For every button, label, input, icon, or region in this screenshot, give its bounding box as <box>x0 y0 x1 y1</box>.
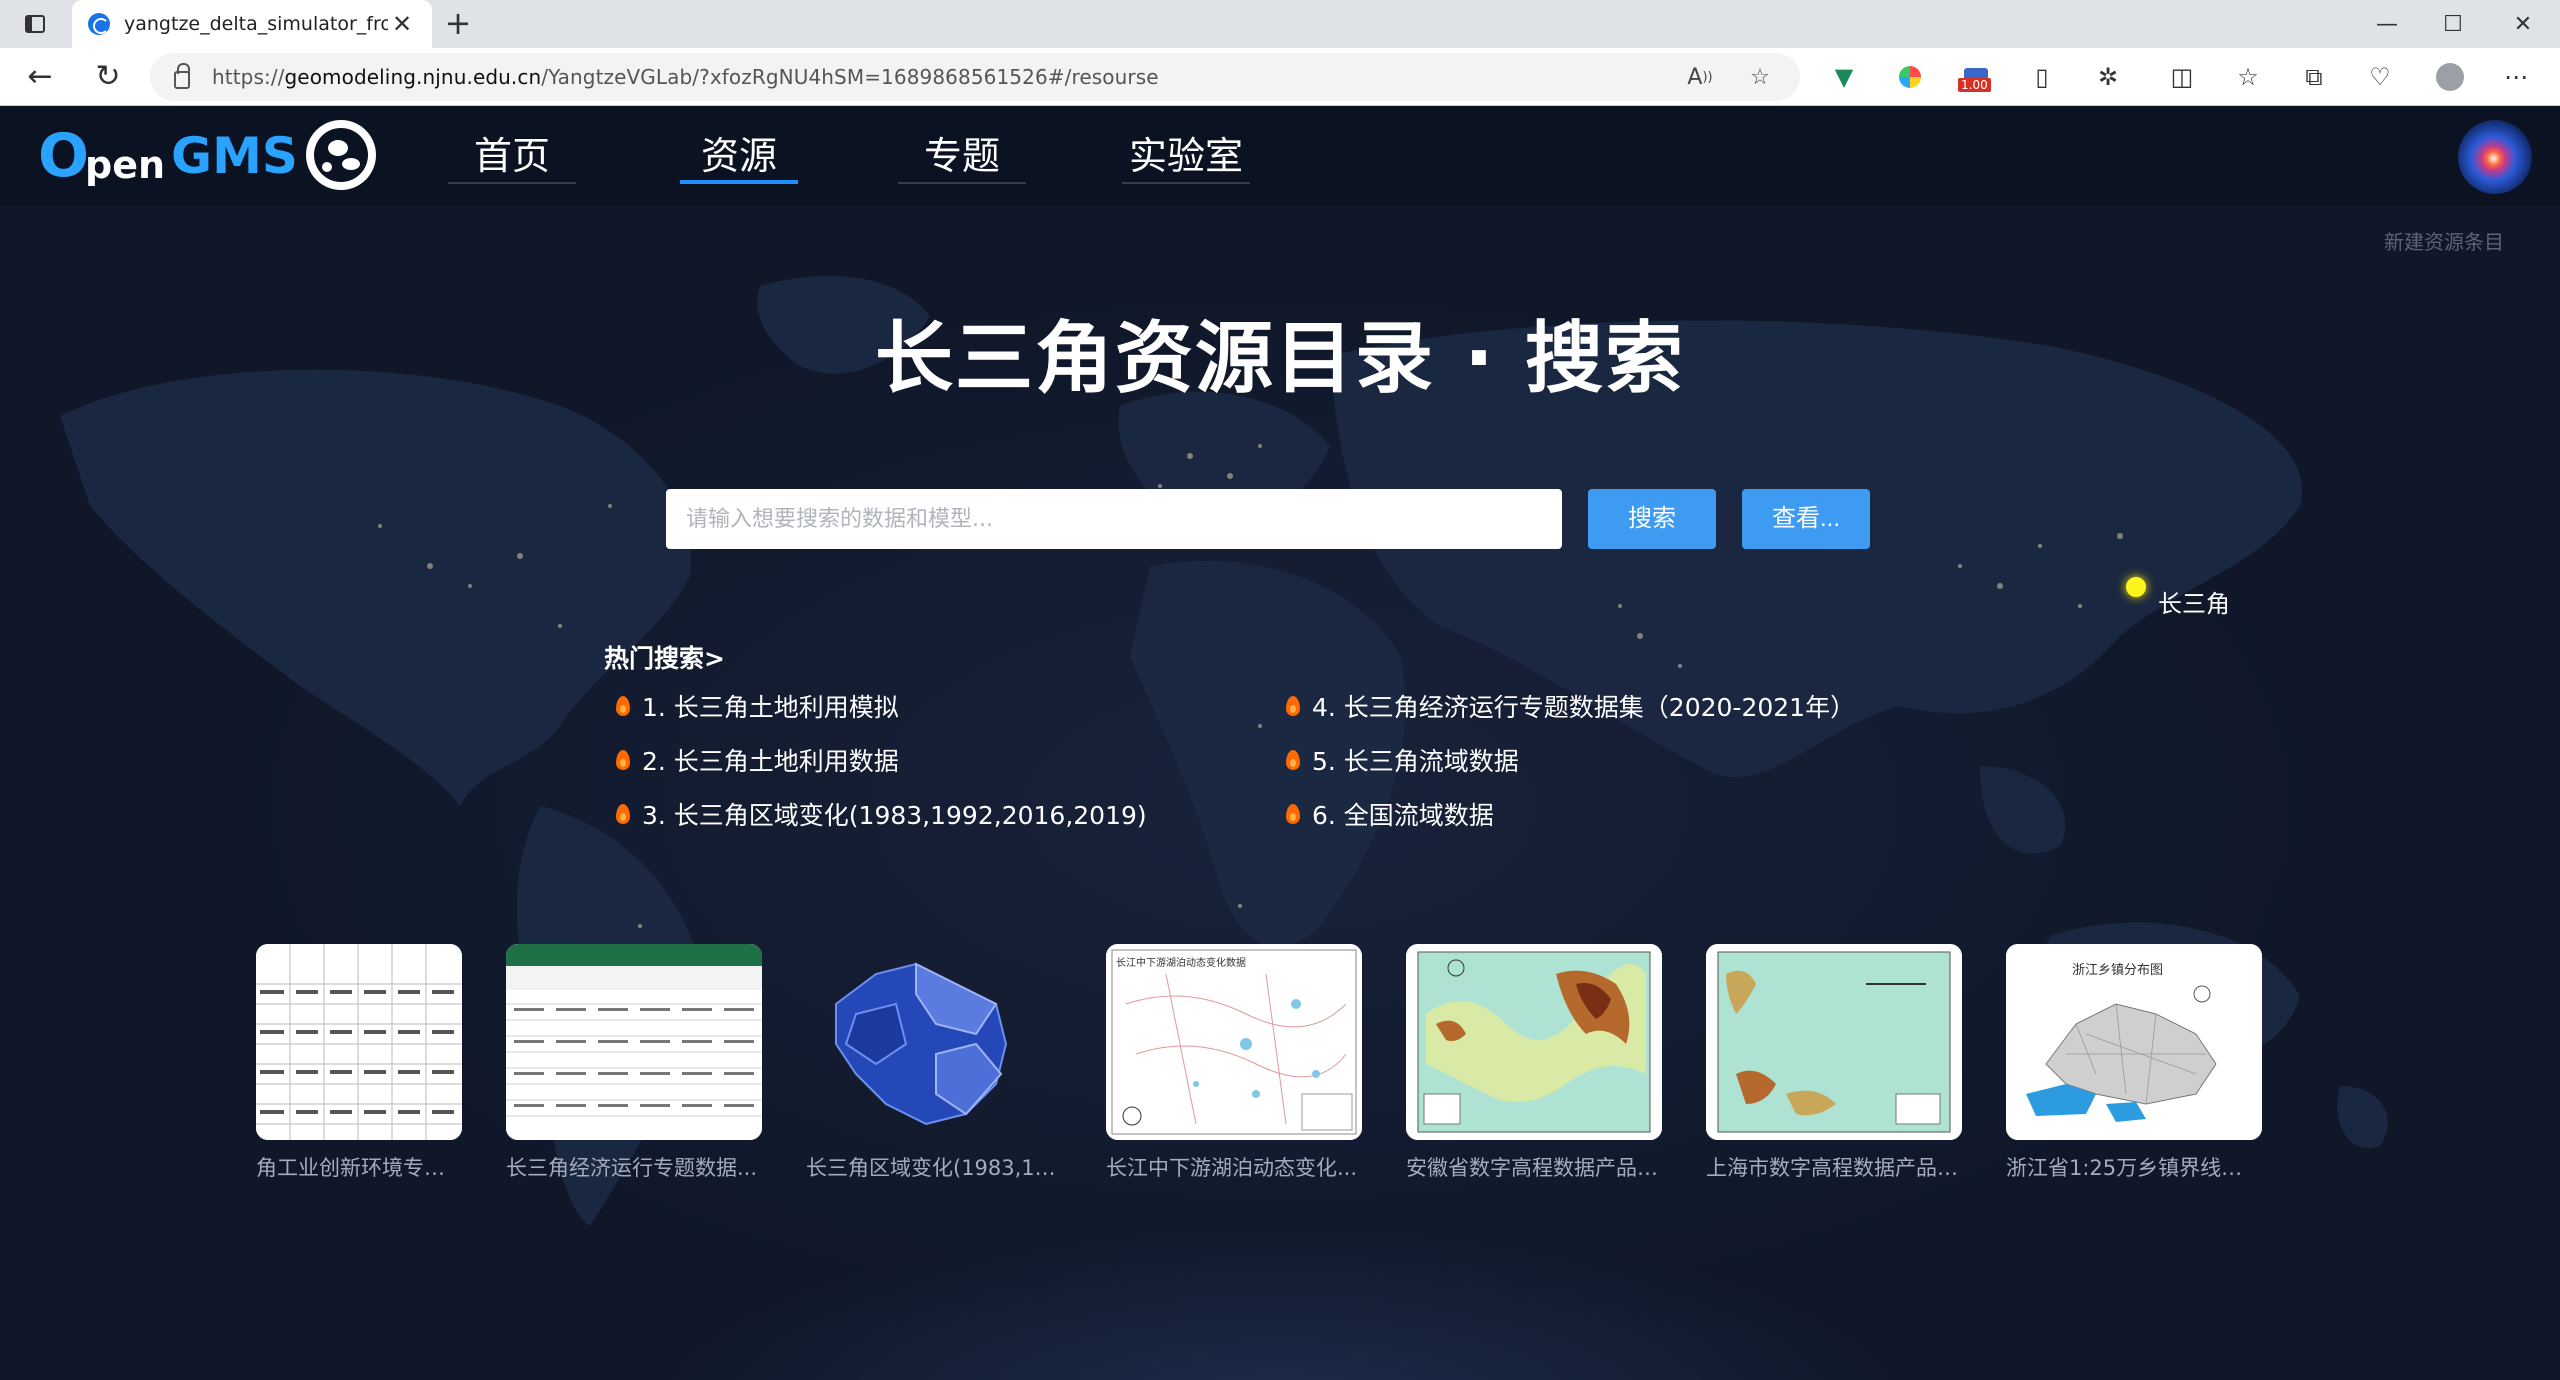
page-icon[interactable]: ▯ <box>2022 57 2062 97</box>
tab-actions-icon[interactable] <box>20 10 50 38</box>
close-window-button[interactable]: ✕ <box>2490 0 2556 48</box>
resource-card[interactable]: 上海市数字高程数据产品(... <box>1706 944 1962 1182</box>
collections-icon[interactable]: ⧉ <box>2294 57 2334 97</box>
resource-card[interactable]: 长三角经济运行专题数据... <box>506 944 762 1182</box>
resource-thumbnail <box>1406 944 1662 1140</box>
tab-title: yangtze_delta_simulator_front <box>124 13 388 35</box>
resource-thumbnail <box>506 944 762 1140</box>
hot-search-item[interactable]: 1. 长三角土地利用模拟 <box>616 688 899 724</box>
resource-thumbnail <box>1706 944 1962 1140</box>
settings-more-icon[interactable]: ⋯ <box>2496 57 2536 97</box>
new-resource-entry-link[interactable]: 新建资源条目 <box>2384 226 2504 255</box>
extensions-puzzle-icon[interactable]: ✲ <box>2088 57 2128 97</box>
resource-card[interactable]: 角工业创新环境专题... <box>256 944 462 1182</box>
nav-resources[interactable]: 资源 <box>680 128 798 184</box>
resource-card-caption: 长江中下游湖泊动态变化... <box>1106 1156 1358 1180</box>
back-icon[interactable]: ← <box>20 57 60 97</box>
flame-icon <box>1286 804 1300 824</box>
extension-colorful-icon[interactable] <box>1890 57 1930 97</box>
resource-card[interactable]: 长三角区域变化(1983,19... <box>806 944 1062 1182</box>
user-avatar[interactable] <box>2458 120 2532 194</box>
hot-search-item[interactable]: 5. 长三角流域数据 <box>1286 742 1519 778</box>
hot-search-item[interactable]: 6. 全国流域数据 <box>1286 796 1494 832</box>
resource-thumbnail: 浙江乡镇分布图 <box>2006 944 2262 1140</box>
address-bar[interactable]: https://geomodeling.njnu.edu.cn/YangtzeV… <box>150 53 1800 101</box>
yangtze-delta-label: 长三角 <box>2158 590 2230 618</box>
favorite-star-icon[interactable]: ☆ <box>1740 53 1780 101</box>
browser-toolbar: ← ↻ https://geomodeling.njnu.edu.cn/Yang… <box>0 48 2560 106</box>
url-text: https://geomodeling.njnu.edu.cn/YangtzeV… <box>212 65 1159 89</box>
flame-icon <box>1286 750 1300 770</box>
vue-devtools-icon[interactable]: ▼ <box>1824 57 1864 97</box>
nav-home[interactable]: 首页 <box>448 128 576 184</box>
flame-icon <box>1286 696 1300 716</box>
reload-icon[interactable]: ↻ <box>88 57 128 97</box>
nav-topics[interactable]: 专题 <box>898 128 1026 184</box>
resource-thumbnail <box>806 944 1062 1140</box>
resource-card[interactable]: 长江中下游湖泊动态变化数据 长江中下游湖泊动态变化... <box>1106 944 1362 1182</box>
resource-card-caption: 长三角经济运行专题数据... <box>506 1156 758 1180</box>
flame-icon <box>616 750 630 770</box>
extension-badge-icon[interactable]: 1.00 <box>1956 57 1996 97</box>
favorites-icon[interactable]: ☆ <box>2228 57 2268 97</box>
opengms-logo[interactable]: O pen GMS <box>38 124 298 188</box>
resource-card-caption: 角工业创新环境专题... <box>256 1156 462 1180</box>
view-button[interactable]: 查看... <box>1742 489 1870 549</box>
resource-thumbnail <box>256 944 462 1140</box>
flame-icon <box>616 804 630 824</box>
zhejiang-map-title: 浙江乡镇分布图 <box>2072 963 2163 978</box>
browser-tab-bar: yangtze_delta_simulator_front ✕ + — ☐ ✕ <box>0 0 2560 48</box>
hot-search-title[interactable]: 热门搜索> <box>604 639 725 675</box>
profile-icon[interactable] <box>2430 57 2470 97</box>
new-tab-button[interactable]: + <box>440 6 476 42</box>
extension-badge: 1.00 <box>1958 78 1991 92</box>
split-screen-icon[interactable]: ◫ <box>2162 57 2202 97</box>
hot-search-item[interactable]: 4. 长三角经济运行专题数据集（2020-2021年） <box>1286 688 1855 724</box>
search-button[interactable]: 搜索 <box>1588 489 1716 549</box>
lakes-map-title: 长江中下游湖泊动态变化数据 <box>1116 956 1246 969</box>
resource-search-page: O pen GMS 首页 资源 专题 实验室 新建资源条目 长三角资源目录 · … <box>0 106 2560 1380</box>
browser-tab-active[interactable]: yangtze_delta_simulator_front ✕ <box>72 0 432 48</box>
minimize-button[interactable]: — <box>2354 0 2420 48</box>
resource-card-caption: 上海市数字高程数据产品(... <box>1706 1156 1962 1180</box>
yangtze-delta-marker[interactable] <box>2126 577 2146 597</box>
flame-icon <box>616 696 630 716</box>
lock-icon[interactable] <box>174 63 190 89</box>
read-aloud-icon[interactable]: A)) <box>1680 53 1720 101</box>
resource-card[interactable]: 安徽省数字高程数据产品(... <box>1406 944 1662 1182</box>
globe-logo-icon <box>306 120 376 190</box>
browser-essentials-icon[interactable]: ♡ <box>2360 57 2400 97</box>
resource-card-caption: 安徽省数字高程数据产品(... <box>1406 1156 1662 1180</box>
hot-search-item[interactable]: 2. 长三角土地利用数据 <box>616 742 899 778</box>
site-header: O pen GMS 首页 资源 专题 实验室 <box>0 106 2560 206</box>
resource-card-caption: 长三角区域变化(1983,19... <box>806 1156 1062 1180</box>
site-favicon-icon <box>88 13 110 35</box>
resource-thumbnail: 长江中下游湖泊动态变化数据 <box>1106 944 1362 1140</box>
resource-card[interactable]: 浙江乡镇分布图 浙江省1:25万乡镇界线数... <box>2006 944 2262 1182</box>
page-title: 长三角资源目录 · 搜索 <box>875 314 1685 404</box>
resource-card-caption: 浙江省1:25万乡镇界线数... <box>2006 1156 2262 1180</box>
close-tab-icon[interactable]: ✕ <box>388 10 416 38</box>
nav-lab[interactable]: 实验室 <box>1122 128 1250 184</box>
hot-search-item[interactable]: 3. 长三角区域变化(1983,1992,2016,2019) <box>616 796 1147 832</box>
search-input[interactable] <box>666 489 1562 549</box>
maximize-button[interactable]: ☐ <box>2420 0 2486 48</box>
